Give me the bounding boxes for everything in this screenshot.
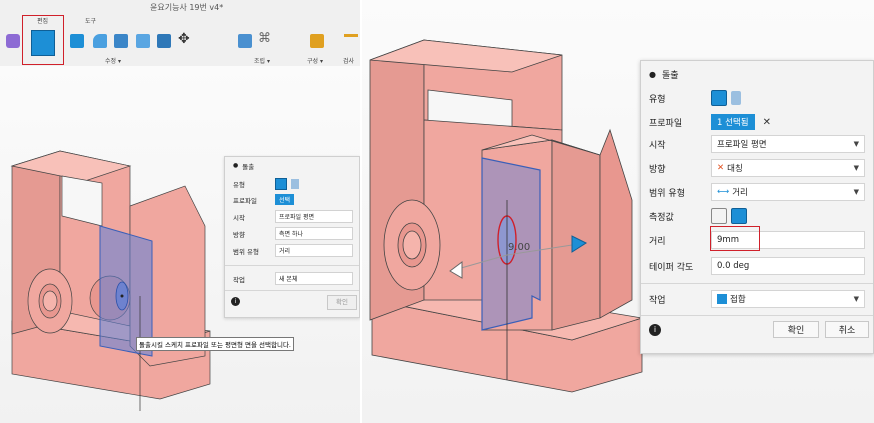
shell-icon[interactable]	[136, 34, 150, 48]
symmetric-icon: ✕	[717, 163, 725, 173]
start-dropdown[interactable]: 프로파일 평면	[275, 210, 353, 223]
measure-label: 측정값	[649, 212, 674, 223]
chevron-down-icon: ▼	[853, 188, 859, 196]
viewport-right[interactable]: 9.00 ● 돌출 유형 프로파일 1 선택됨 ✕ 시작 프로파일 평면 ▼ 방…	[362, 0, 874, 423]
divider	[225, 265, 359, 266]
type-label: 유형	[233, 180, 245, 189]
left-screenshot: 윤요기능사 19번 v4* 편집 도구 ✥ ⌘ 수정 ▾ 조립 ▾ 구성 ▾ 검…	[0, 0, 360, 423]
extrude-dialog: ● 돌출 유형 프로파일 1 선택됨 ✕ 시작 프로파일 평면 ▼ 방향 ✕ 대…	[640, 60, 874, 354]
right-screenshot: 9.00 ● 돌출 유형 프로파일 1 선택됨 ✕ 시작 프로파일 평면 ▼ 방…	[362, 0, 874, 423]
group-modify[interactable]: 수정 ▾	[105, 56, 121, 65]
distance-icon: ⟷	[717, 187, 730, 197]
surface-type-icon[interactable]	[291, 178, 299, 189]
combine-icon[interactable]	[157, 34, 171, 48]
start-dropdown[interactable]: 프로파일 평면 ▼	[711, 135, 865, 153]
extent-label: 범위 유형	[649, 188, 685, 199]
tab-tools[interactable]: 도구	[85, 16, 96, 25]
group-construct[interactable]: 구성 ▾	[307, 56, 323, 65]
extent-label: 범위 유형	[233, 247, 259, 256]
window-title: 윤요기능사 19번 v4*	[150, 3, 224, 12]
fillet-icon[interactable]	[93, 34, 107, 48]
toolbar: 윤요기능사 19번 v4* 편집 도구 ✥ ⌘ 수정 ▾ 조립 ▾ 구성 ▾ 검…	[0, 0, 360, 67]
dimension-label[interactable]: 9.00	[508, 242, 530, 253]
chevron-down-icon: ▼	[853, 295, 859, 303]
operation-dropdown[interactable]: 접합 ▼	[711, 290, 865, 308]
taper-input[interactable]: 0.0 deg	[711, 257, 865, 275]
distance-label: 거리	[649, 236, 666, 247]
status-hint: 돌출시킬 스케치 프로파일 또는 평면형 면을 선택합니다.	[136, 337, 295, 351]
group-assemble[interactable]: 조립 ▾	[254, 56, 270, 65]
start-label: 시작	[649, 140, 666, 151]
divider	[225, 290, 359, 291]
form-icon[interactable]	[6, 34, 20, 48]
measure-symmetric-icon[interactable]	[731, 208, 747, 224]
extent-dropdown[interactable]: ⟷ 거리 ▼	[711, 183, 865, 201]
move-icon[interactable]: ✥	[178, 31, 190, 47]
chevron-down-icon: ▼	[853, 140, 859, 148]
dialog-title: 돌출	[661, 70, 679, 81]
extent-value: 거리	[732, 188, 748, 198]
cancel-button[interactable]: 취소	[825, 321, 869, 338]
joint-icon[interactable]: ⌘	[258, 31, 271, 46]
clear-selection-icon[interactable]: ✕	[763, 117, 771, 128]
start-label: 시작	[233, 213, 245, 222]
divider	[641, 315, 873, 316]
operation-label: 작업	[649, 295, 666, 306]
direction-value: 대칭	[727, 164, 743, 174]
distance-highlight	[710, 226, 760, 251]
dialog-header: ● 돌출	[649, 63, 865, 85]
extrude-dialog-left: ● 돌출 유형 프로파일 선택 시작 프로파일 평면 방향 측면 하나 범위 유	[224, 156, 360, 318]
operation-value: 접합	[730, 295, 746, 305]
dialog-header: ● 돌출	[233, 159, 353, 172]
collapse-icon[interactable]: ●	[649, 70, 656, 79]
extent-dropdown[interactable]: 거리	[275, 244, 353, 257]
direction-label: 방향	[649, 164, 666, 175]
chevron-down-icon: ▼	[853, 164, 859, 172]
ok-button[interactable]: 확인	[327, 295, 357, 310]
surface-type-icon[interactable]	[731, 91, 741, 105]
viewport-left[interactable]: 돌출시킬 스케치 프로파일 또는 평면형 면을 선택합니다. ● 돌출 유형 프…	[0, 66, 360, 423]
profile-label: 프로파일	[649, 118, 683, 129]
solid-type-icon[interactable]	[275, 177, 287, 190]
direction-dropdown[interactable]: ✕ 대칭 ▼	[711, 159, 865, 177]
press-pull-icon[interactable]	[70, 34, 84, 48]
chamfer-icon[interactable]	[114, 34, 128, 48]
direction-label: 방향	[233, 230, 245, 239]
profile-select-button[interactable]: 1 선택됨	[711, 114, 755, 130]
group-inspect[interactable]: 검사	[343, 56, 354, 65]
measure-icon[interactable]	[344, 34, 358, 37]
divider	[641, 283, 873, 284]
ok-button[interactable]: 확인	[773, 321, 819, 338]
offset-plane-icon[interactable]	[310, 34, 324, 48]
operation-label: 작업	[233, 275, 245, 284]
dialog-title: 돌출	[242, 162, 255, 171]
collapse-icon[interactable]: ●	[233, 162, 238, 169]
join-icon	[717, 294, 727, 304]
profile-label: 프로파일	[233, 196, 257, 205]
info-icon[interactable]: i	[649, 324, 661, 336]
direction-dropdown[interactable]: 측면 하나	[275, 227, 353, 240]
start-value: 프로파일 평면	[717, 140, 767, 150]
operation-dropdown[interactable]: 새 본체	[275, 272, 353, 285]
measure-one-side-icon[interactable]	[711, 208, 727, 224]
profile-select-button[interactable]: 선택	[275, 194, 295, 205]
type-label: 유형	[649, 94, 666, 105]
info-icon[interactable]: i	[231, 297, 240, 306]
extrude-icon[interactable]	[31, 30, 55, 56]
taper-label: 테이퍼 각도	[649, 262, 694, 273]
new-component-icon[interactable]	[238, 34, 252, 48]
solid-type-icon[interactable]	[711, 90, 727, 106]
